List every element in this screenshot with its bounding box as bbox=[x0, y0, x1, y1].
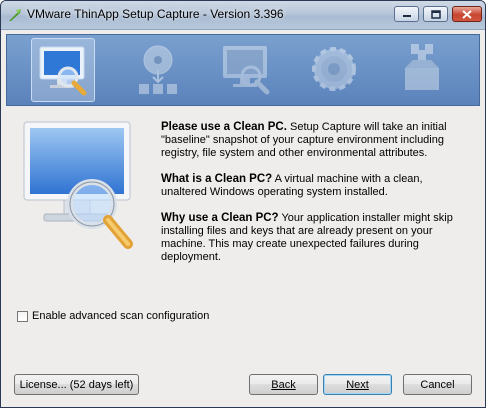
title-bar[interactable]: VMware ThinApp Setup Capture - Version 3… bbox=[1, 1, 485, 30]
thinapp-app-icon bbox=[9, 9, 21, 21]
cancel-button-label: Cancel bbox=[420, 378, 455, 391]
license-button-label: License... (52 days left) bbox=[19, 378, 134, 391]
capture-icon bbox=[223, 46, 270, 95]
wizard-step-banner bbox=[6, 34, 480, 106]
maximize-button[interactable] bbox=[423, 6, 448, 22]
back-button[interactable]: Back bbox=[249, 374, 318, 395]
minimize-button[interactable] bbox=[394, 6, 419, 22]
advanced-scan-label[interactable]: Enable advanced scan configuration bbox=[32, 310, 209, 322]
settings-icon bbox=[312, 47, 356, 91]
step-install bbox=[127, 38, 191, 102]
step-clean-pc bbox=[31, 38, 95, 102]
what-is-clean-pc-heading: What is a Clean PC? bbox=[161, 173, 273, 185]
step-settings bbox=[303, 38, 367, 102]
window-title: VMware ThinApp Setup Capture - Version 3… bbox=[27, 7, 284, 21]
next-button-label: Next bbox=[346, 378, 369, 391]
content-area: Please use a Clean PC. Setup Capture wil… bbox=[1, 106, 485, 407]
why-clean-pc-heading: Why use a Clean PC? bbox=[161, 212, 279, 224]
setup-capture-window: VMware ThinApp Setup Capture - Version 3… bbox=[0, 0, 486, 408]
what-is-clean-pc-paragraph: What is a Clean PC? A virtual machine wi… bbox=[161, 173, 461, 199]
next-button[interactable]: Next bbox=[323, 374, 392, 395]
license-button[interactable]: License... (52 days left) bbox=[14, 374, 139, 395]
clean-pc-heading: Please use a Clean PC. bbox=[161, 121, 287, 133]
close-icon bbox=[462, 9, 472, 19]
why-clean-pc-paragraph: Why use a Clean PC? Your application ins… bbox=[161, 212, 461, 264]
step-capture bbox=[215, 38, 279, 102]
close-button[interactable] bbox=[452, 6, 482, 22]
clean-pc-paragraph: Please use a Clean PC. Setup Capture wil… bbox=[161, 121, 461, 160]
install-icon bbox=[139, 45, 177, 94]
cancel-button[interactable]: Cancel bbox=[403, 374, 472, 395]
advanced-scan-option[interactable]: Enable advanced scan configuration bbox=[17, 310, 209, 322]
back-button-label: Back bbox=[271, 378, 296, 391]
package-icon bbox=[405, 44, 439, 90]
advanced-scan-checkbox[interactable] bbox=[17, 310, 28, 322]
minimize-icon bbox=[402, 15, 411, 17]
step-package bbox=[391, 38, 455, 102]
clean-pc-icon bbox=[39, 46, 87, 96]
clean-pc-illustration bbox=[23, 121, 133, 249]
maximize-icon bbox=[430, 9, 441, 19]
